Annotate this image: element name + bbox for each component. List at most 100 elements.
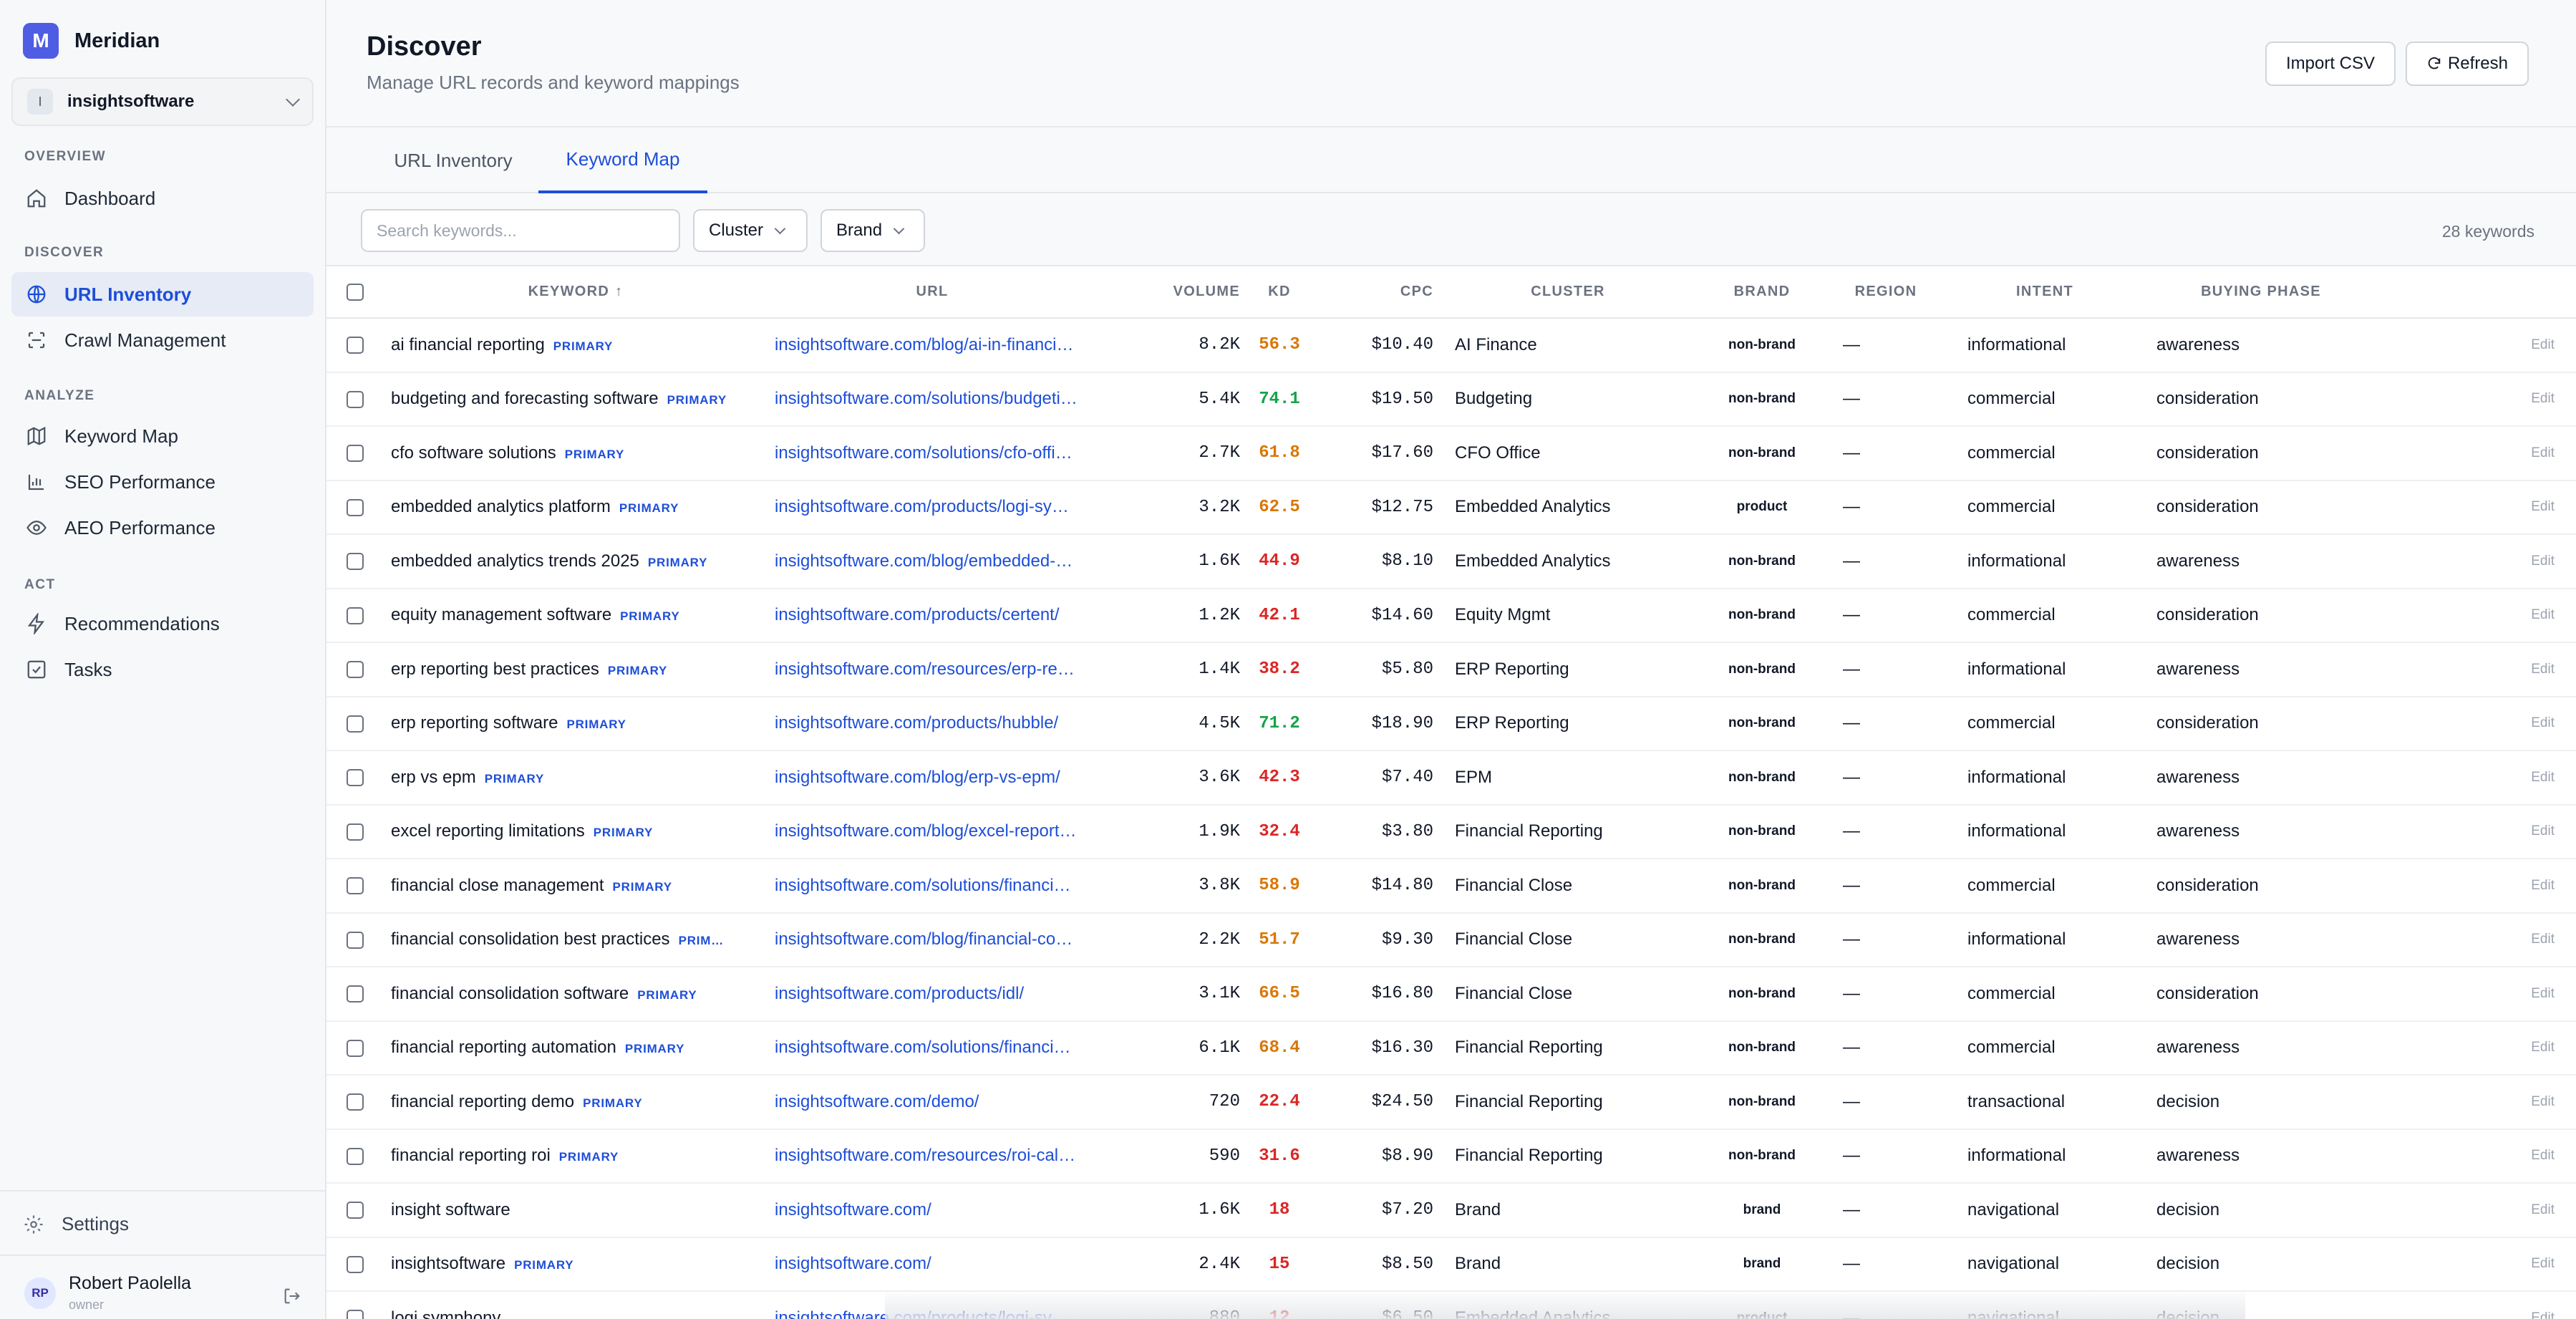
row-checkbox[interactable] xyxy=(347,1202,364,1219)
edit-link[interactable]: Edit xyxy=(2383,588,2576,643)
tab-keyword-map[interactable]: Keyword Map xyxy=(538,127,707,193)
table-row[interactable]: equity management software PRIMARY insight… xyxy=(326,588,2576,643)
avatar[interactable]: RP xyxy=(24,1277,56,1309)
table-row[interactable]: erp vs epm PRIMARY insightsoftware.com/blo… xyxy=(326,750,2576,806)
edit-link[interactable]: Edit xyxy=(2383,534,2576,589)
cluster-filter[interactable]: Cluster xyxy=(693,209,808,252)
row-checkbox[interactable] xyxy=(347,1255,364,1273)
column-header-intent[interactable]: INTENT xyxy=(1950,266,2139,319)
edit-link[interactable]: Edit xyxy=(2383,480,2576,535)
sidebar-item-url-inventory[interactable]: URL Inventory xyxy=(11,272,314,317)
edit-link[interactable]: Edit xyxy=(2383,750,2576,806)
row-checkbox[interactable] xyxy=(347,1147,364,1165)
url-link[interactable]: insightsoftware.com/resources/roi-cal… xyxy=(768,1129,1097,1184)
table-row[interactable]: ai financial reporting PRIMARY insightsoft… xyxy=(326,318,2576,373)
row-checkbox[interactable] xyxy=(347,1093,364,1111)
table-row[interactable]: financial reporting roi PRIMARY insightsof… xyxy=(326,1129,2576,1184)
edit-link[interactable]: Edit xyxy=(2383,1075,2576,1130)
refresh-button[interactable]: Refresh xyxy=(2406,42,2529,86)
logout-icon[interactable] xyxy=(282,1286,302,1306)
sidebar-item-dashboard[interactable]: Dashboard xyxy=(11,176,314,221)
row-checkbox[interactable] xyxy=(347,1310,364,1319)
row-checkbox[interactable] xyxy=(347,715,364,733)
table-row[interactable]: embedded analytics trends 2025 PRIMARY ins… xyxy=(326,534,2576,589)
table-row[interactable]: logi symphony insightsoftware.com/product… xyxy=(326,1291,2576,1319)
select-all-checkbox[interactable] xyxy=(347,283,364,301)
table-row[interactable]: cfo software solutions PRIMARY insightsoft… xyxy=(326,426,2576,481)
column-header-cpc[interactable]: CPC xyxy=(1319,266,1433,319)
row-checkbox[interactable] xyxy=(347,607,364,624)
import-csv-button[interactable]: Import CSV xyxy=(2265,42,2396,86)
url-link[interactable]: insightsoftware.com/blog/excel-report… xyxy=(768,804,1097,859)
table-row[interactable]: financial reporting demo PRIMARY insightso… xyxy=(326,1075,2576,1130)
column-header-volume[interactable]: VOLUME xyxy=(1097,266,1240,319)
column-header-region[interactable]: REGION xyxy=(1821,266,1950,319)
table-row[interactable]: financial close management PRIMARY insight… xyxy=(326,859,2576,914)
row-checkbox[interactable] xyxy=(347,337,364,354)
table-row[interactable]: erp reporting software PRIMARY insightsoft… xyxy=(326,696,2576,751)
url-link[interactable]: insightsoftware.com/products/logi-sy… xyxy=(768,1291,1097,1319)
url-link[interactable]: insightsoftware.com/ xyxy=(768,1237,1097,1292)
url-link[interactable]: insightsoftware.com/solutions/financi… xyxy=(768,859,1097,914)
table-row[interactable]: financial consolidation best practices PR… xyxy=(326,912,2576,967)
edit-link[interactable]: Edit xyxy=(2383,1020,2576,1076)
sidebar-item-tasks[interactable]: Tasks xyxy=(11,647,314,692)
edit-link[interactable]: Edit xyxy=(2383,859,2576,914)
url-link[interactable]: insightsoftware.com/products/idl/ xyxy=(768,967,1097,1022)
column-header-kd[interactable]: KD xyxy=(1240,266,1319,319)
edit-link[interactable]: Edit xyxy=(2383,804,2576,859)
table-row[interactable]: insightsoftware PRIMARY insightsoftware.co… xyxy=(326,1237,2576,1292)
table-row[interactable]: financial reporting automation PRIMARY ins… xyxy=(326,1020,2576,1076)
row-checkbox[interactable] xyxy=(347,661,364,679)
sidebar-item-aeo-performance[interactable]: AEO Performance xyxy=(11,506,314,550)
url-link[interactable]: insightsoftware.com/blog/financial-co… xyxy=(768,912,1097,967)
table-row[interactable]: embedded analytics platform PRIMARY insigh… xyxy=(326,480,2576,535)
edit-link[interactable]: Edit xyxy=(2383,1183,2576,1238)
org-switcher[interactable]: I insightsoftware xyxy=(11,77,314,126)
url-link[interactable]: insightsoftware.com/resources/erp-re… xyxy=(768,642,1097,697)
edit-link[interactable]: Edit xyxy=(2383,967,2576,1022)
column-header-keyword[interactable]: KEYWORD ↑ xyxy=(384,266,768,319)
url-link[interactable]: insightsoftware.com/products/certent/ xyxy=(768,588,1097,643)
url-link[interactable]: insightsoftware.com/ xyxy=(768,1183,1097,1238)
table-row[interactable]: budgeting and forecasting software PRIMAR… xyxy=(326,372,2576,427)
row-checkbox[interactable] xyxy=(347,498,364,516)
table-row[interactable]: financial consolidation software PRIMARY i… xyxy=(326,967,2576,1022)
edit-link[interactable]: Edit xyxy=(2383,372,2576,427)
tab-url-inventory[interactable]: URL Inventory xyxy=(384,127,523,193)
sidebar-item-keyword-map[interactable]: Keyword Map xyxy=(11,414,314,458)
url-link[interactable]: insightsoftware.com/products/logi-sy… xyxy=(768,480,1097,535)
table-row[interactable]: insight software insightsoftware.com/1.6K… xyxy=(326,1183,2576,1238)
url-link[interactable]: insightsoftware.com/solutions/cfo-offi… xyxy=(768,426,1097,481)
edit-link[interactable]: Edit xyxy=(2383,696,2576,751)
row-checkbox[interactable] xyxy=(347,445,364,463)
url-link[interactable]: insightsoftware.com/solutions/budgeti… xyxy=(768,372,1097,427)
table-row[interactable]: excel reporting limitations PRIMARY insigh… xyxy=(326,804,2576,859)
sidebar-item-settings[interactable]: Settings xyxy=(23,1213,129,1235)
url-link[interactable]: insightsoftware.com/blog/ai-in-financi… xyxy=(768,318,1097,373)
sidebar-item-crawl-management[interactable]: Crawl Management xyxy=(11,318,314,362)
sidebar-item-recommendations[interactable]: Recommendations xyxy=(11,601,314,646)
url-link[interactable]: insightsoftware.com/solutions/financi… xyxy=(768,1020,1097,1076)
row-checkbox[interactable] xyxy=(347,877,364,895)
edit-link[interactable]: Edit xyxy=(2383,426,2576,481)
column-header-url[interactable]: URL xyxy=(768,266,1097,319)
column-header-brand[interactable]: BRAND xyxy=(1703,266,1821,319)
sidebar-item-seo-performance[interactable]: SEO Performance xyxy=(11,460,314,504)
column-header-buying-phase[interactable]: BUYING PHASE xyxy=(2139,266,2383,319)
table-row[interactable]: erp reporting best practices PRIMARY insig… xyxy=(326,642,2576,697)
row-checkbox[interactable] xyxy=(347,1039,364,1057)
row-checkbox[interactable] xyxy=(347,390,364,408)
edit-link[interactable]: Edit xyxy=(2383,1237,2576,1292)
brand-filter[interactable]: Brand xyxy=(820,209,925,252)
edit-link[interactable]: Edit xyxy=(2383,318,2576,373)
search-input[interactable] xyxy=(361,209,680,252)
url-link[interactable]: insightsoftware.com/blog/erp-vs-epm/ xyxy=(768,750,1097,806)
column-header-cluster[interactable]: CLUSTER xyxy=(1433,266,1703,319)
edit-link[interactable]: Edit xyxy=(2383,912,2576,967)
row-checkbox[interactable] xyxy=(347,769,364,787)
url-link[interactable]: insightsoftware.com/products/hubble/ xyxy=(768,696,1097,751)
url-link[interactable]: insightsoftware.com/demo/ xyxy=(768,1075,1097,1130)
row-checkbox[interactable] xyxy=(347,931,364,949)
brand[interactable]: M Meridian xyxy=(23,23,160,59)
